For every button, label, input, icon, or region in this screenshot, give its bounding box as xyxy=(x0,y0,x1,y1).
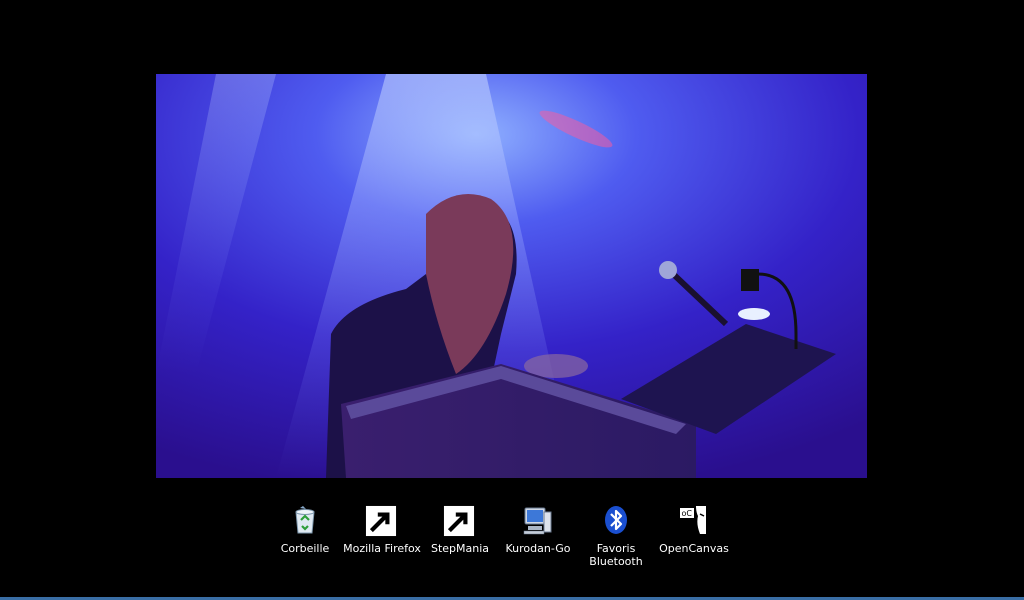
desktop-icon-label: Kurodan-Go xyxy=(505,542,571,555)
concert-keyboardist-photo xyxy=(156,74,867,478)
opencanvas-icon: oC xyxy=(680,506,706,534)
desktop-icon-mozilla-firefox[interactable]: Mozilla Firefox xyxy=(343,504,421,555)
desktop-icon-stepmania[interactable]: StepMania xyxy=(421,504,499,555)
desktop[interactable]: Corbeille Mozilla Firefox StepMania Kuro… xyxy=(0,0,1024,600)
desktop-icon-label: Favoris Bluetooth xyxy=(589,542,643,568)
recycle-bin-icon xyxy=(295,506,315,534)
desktop-icon-label: StepMania xyxy=(430,542,490,555)
computer-icon xyxy=(523,507,552,535)
desktop-icon-label: Corbeille xyxy=(280,542,330,555)
shortcut-arrow-icon xyxy=(443,505,475,537)
wallpaper-image xyxy=(156,74,867,478)
svg-text:oC: oC xyxy=(682,509,693,518)
desktop-icon-label: Mozilla Firefox xyxy=(343,542,421,555)
desktop-icon-label: OpenCanvas xyxy=(659,542,729,555)
shortcut-arrow-icon xyxy=(365,505,397,537)
desktop-icon-favoris-bluetooth[interactable]: Favoris Bluetooth xyxy=(577,504,655,568)
bluetooth-icon xyxy=(605,506,627,534)
desktop-icon-opencanvas[interactable]: oC OpenCanvas xyxy=(655,504,733,555)
desktop-icon-recycle-bin[interactable]: Corbeille xyxy=(266,504,344,555)
desktop-icon-kurodan-go[interactable]: Kurodan-Go xyxy=(499,504,577,555)
